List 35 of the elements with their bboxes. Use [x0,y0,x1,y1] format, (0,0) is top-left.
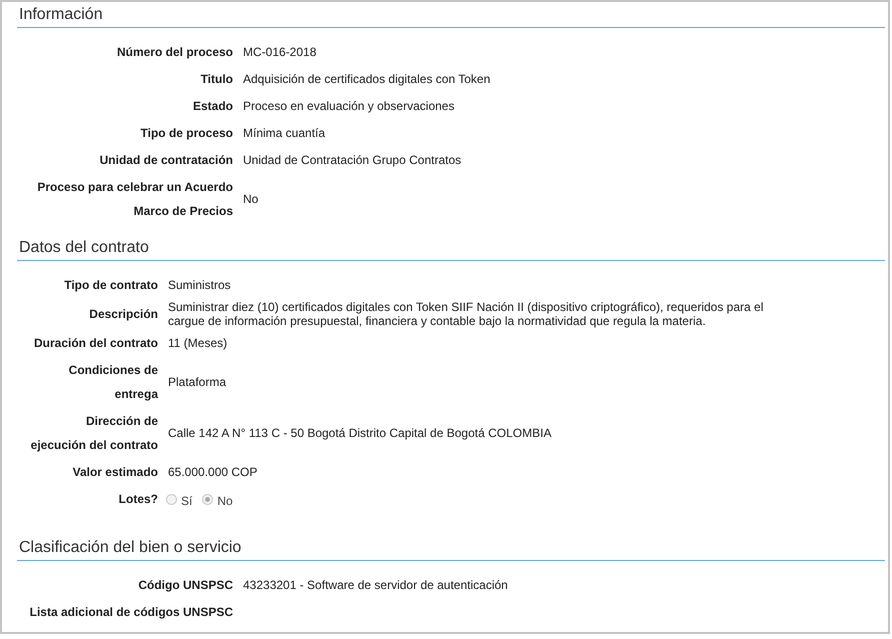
radio-button[interactable] [202,494,214,505]
field-label: Tipo de contrato [63,276,158,294]
field-value: Mínima cuantía [243,126,326,140]
field-label: Número del proceso [116,44,233,60]
field-label: Lotes? [118,490,158,508]
radio-label: No [217,492,233,510]
field-label: Unidad de contratación [98,152,233,168]
radio-label: Sí [181,492,192,510]
field-label: Código UNSPSC [137,576,233,594]
field-label: Lista adicional de códigos UNSPSC [28,604,233,620]
field-label: Tipo de proceso [140,124,233,142]
field-value: 11 (Meses) [168,336,228,350]
field-label: Valor estimado [72,464,158,480]
field-label: Duración del contrato [32,334,158,352]
field-value: 43233201 - Software de servidor de autenticación [243,578,508,592]
field-value: Plataforma [168,374,226,388]
field-value: 65.000.000 COP [168,464,258,478]
field-label: Condiciones de entrega [68,362,158,402]
field-label: Dirección de ejecución del contrato [30,412,158,454]
field-label: Descripción [88,306,158,322]
section-heading: Datos del contrato [17,238,885,261]
field-value: Adquisición de certificados digitales con Token [243,72,490,86]
field-value: Proceso en evaluación y observaciones [243,98,454,112]
field-value: Calle 142 A N° 113 C - 50 Bogotá Distrito Capital de Bogotá COLOMBIA [168,426,552,440]
field-value: No [243,192,258,206]
field-value: Suministrar diez (10) certificados digitales con Token SIIF Nación II (dispositivo criptográfico), requeridos para el cargue de información presupuestal, financiera y contable bajo la normatividad que regula la materia. [168,300,764,328]
field-label: Titulo [200,70,233,88]
field-value: Suministros [168,278,231,292]
section-heading: Clasificación del bien o servicio [17,538,885,561]
section-heading: Información [17,5,885,28]
field-label: Proceso para celebrar un Acuerdo Marco de Precios [36,178,233,220]
field-value: Unidad de Contratación Grupo Contratos [243,152,462,166]
field-label: Estado [192,98,233,114]
field-value: MC-016-2018 [243,44,316,58]
radio-button[interactable] [166,494,177,505]
